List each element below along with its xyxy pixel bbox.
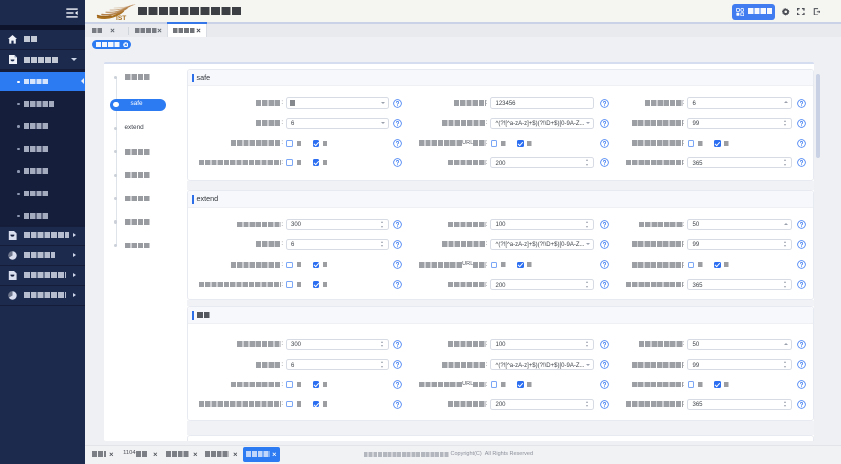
svg-text:IST: IST xyxy=(116,15,126,21)
